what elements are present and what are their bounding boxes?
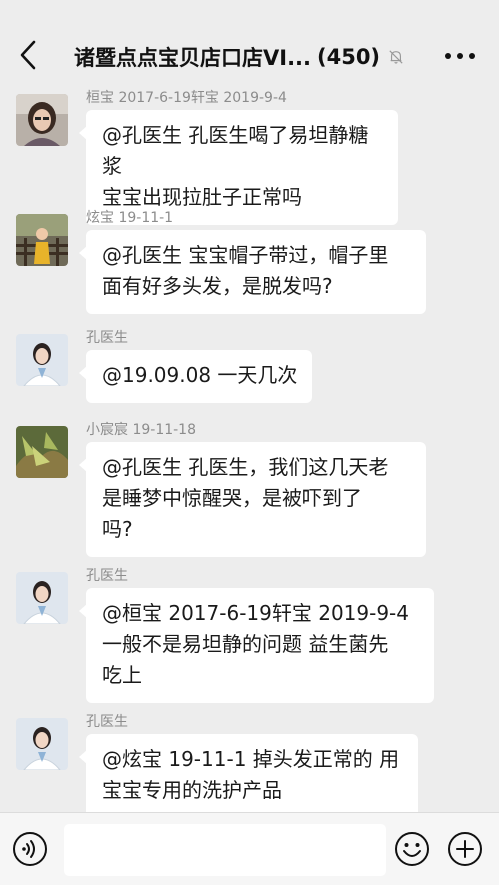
message-line: 宝宝专用的洗护产品: [102, 778, 282, 802]
avatar[interactable]: [16, 94, 68, 146]
avatar[interactable]: [16, 718, 68, 770]
sender-name: 桓宝 2017-6-19轩宝 2019-9-4: [86, 90, 287, 106]
message-input[interactable]: [64, 824, 386, 876]
bell-off-icon: [389, 50, 403, 64]
plus-icon[interactable]: [447, 831, 483, 867]
chat-title: 诸暨点点宝贝店口店VI... (450): [74, 42, 404, 72]
avatar[interactable]: [16, 214, 68, 266]
group-name: 诸暨点点宝贝店口店VI...: [74, 46, 311, 70]
message-line: 吗?: [102, 517, 133, 541]
chevron-left-icon[interactable]: [16, 38, 42, 72]
message-bubble[interactable]: @孔医生 宝宝帽子带过，帽子里 面有好多头发，是脱发吗?: [79, 230, 426, 314]
avatar[interactable]: [16, 572, 68, 624]
input-bar: [0, 812, 499, 885]
emoji-icon[interactable]: [394, 831, 430, 867]
message-bubble[interactable]: @桓宝 2017-6-19轩宝 2019-9-4 一般不是易坦静的问题 益生菌先…: [79, 588, 434, 703]
member-count: (450): [317, 45, 381, 69]
message-line: 面有好多头发，是脱发吗?: [102, 274, 333, 298]
message-line: @炫宝 19-11-1 掉头发正常的 用: [102, 747, 400, 771]
voice-icon[interactable]: [12, 831, 48, 867]
message-line: @孔医生 宝宝帽子带过，帽子里: [102, 243, 389, 267]
message-line: 一般不是易坦静的问题 益生菌先: [102, 632, 389, 656]
sender-name: 孔医生: [86, 568, 128, 584]
chat-header: 诸暨点点宝贝店口店VI... (450): [0, 0, 499, 88]
message-line: 是睡梦中惊醒哭，是被吓到了: [102, 486, 362, 510]
sender-name: 孔医生: [86, 714, 128, 730]
message-line: @孔医生 孔医生，我们这几天老: [102, 455, 389, 479]
message-list[interactable]: 桓宝 2017-6-19轩宝 2019-9-4 @孔医生 孔医生喝了易坦静糖浆 …: [0, 88, 499, 812]
message-line: 吃上: [102, 663, 142, 687]
sender-name: 炫宝 19-11-1: [86, 210, 174, 226]
message-bubble[interactable]: @孔医生 孔医生，我们这几天老 是睡梦中惊醒哭，是被吓到了 吗?: [79, 442, 426, 557]
message-bubble[interactable]: @炫宝 19-11-1 掉头发正常的 用 宝宝专用的洗护产品: [79, 734, 418, 812]
sender-name: 孔医生: [86, 330, 128, 346]
avatar[interactable]: [16, 334, 68, 386]
message-line: @孔医生 孔医生喝了易坦静糖浆: [102, 123, 369, 178]
message-line: @19.09.08 一天几次: [102, 363, 298, 387]
avatar[interactable]: [16, 426, 68, 478]
message-bubble[interactable]: @19.09.08 一天几次: [79, 350, 312, 403]
message-line: @桓宝 2017-6-19轩宝 2019-9-4: [102, 601, 410, 625]
more-horizontal-icon[interactable]: [440, 46, 480, 66]
sender-name: 小宸宸 19-11-18: [86, 422, 196, 438]
